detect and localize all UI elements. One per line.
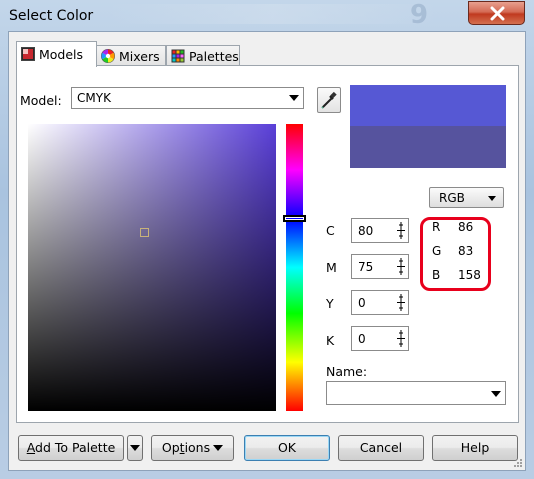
color-space-label: RGB xyxy=(439,191,465,205)
cancel-button[interactable]: Cancel xyxy=(338,435,424,461)
tab-models[interactable]: Models xyxy=(16,41,97,67)
add-to-palette-button[interactable]: Add To Palette xyxy=(18,435,124,461)
add-to-palette-accel: A xyxy=(26,440,36,455)
chevron-down-icon xyxy=(213,445,224,451)
spin-slider-icon[interactable] xyxy=(397,258,405,275)
eyedropper-icon xyxy=(321,91,337,109)
red-value: 86 xyxy=(458,220,474,234)
black-input[interactable]: 0 xyxy=(351,326,409,351)
tab-palettes[interactable]: Palettes xyxy=(166,45,240,66)
model-select[interactable]: CMYK xyxy=(71,87,304,109)
black-label: K xyxy=(326,333,335,348)
tab-mixers[interactable]: Mixers xyxy=(96,45,166,66)
select-color-dialog: 9 Select Color Models Mixers Palettes Mo… xyxy=(0,0,534,479)
models-icon xyxy=(21,47,35,61)
cyan-label: C xyxy=(326,223,335,238)
close-button[interactable] xyxy=(468,1,525,25)
options-label-post: ions xyxy=(184,440,211,455)
window-title: Select Color xyxy=(9,8,94,24)
tab-label: Models xyxy=(39,47,84,62)
color-picker-marker[interactable] xyxy=(140,228,149,237)
chevron-down-icon xyxy=(289,95,299,101)
cyan-input[interactable]: 80 xyxy=(351,218,409,243)
name-label: Name: xyxy=(326,364,368,379)
palettes-icon xyxy=(171,49,185,63)
tab-label: Palettes xyxy=(189,49,239,64)
sv-black-gradient xyxy=(28,124,276,411)
add-to-palette-label: dd To Palette xyxy=(35,440,116,455)
spin-slider-icon[interactable] xyxy=(397,222,405,239)
eyedropper-button[interactable] xyxy=(317,87,341,113)
new-color-swatch xyxy=(350,85,506,126)
green-label: G xyxy=(432,244,442,258)
green-value: 83 xyxy=(458,244,474,258)
cyan-value: 80 xyxy=(358,224,374,238)
spin-slider-icon[interactable] xyxy=(397,294,405,311)
hue-slider[interactable] xyxy=(286,124,303,411)
ok-button[interactable]: OK xyxy=(244,435,330,461)
model-select-value: CMYK xyxy=(77,91,111,105)
chevron-down-icon xyxy=(488,196,496,201)
color-picker-area[interactable] xyxy=(28,124,276,411)
spin-slider-icon[interactable] xyxy=(397,330,405,347)
blue-value: 158 xyxy=(458,268,481,282)
chevron-down-icon xyxy=(130,445,140,451)
magenta-label: M xyxy=(326,260,337,275)
close-icon xyxy=(490,6,505,21)
color-space-button[interactable]: RGB xyxy=(429,187,504,208)
blue-label: B xyxy=(432,268,441,282)
black-value: 0 xyxy=(358,332,366,346)
magenta-input[interactable]: 75 xyxy=(351,254,409,279)
model-label: Model: xyxy=(20,93,62,108)
help-button[interactable]: Help xyxy=(432,435,518,461)
add-to-palette-dropdown[interactable] xyxy=(127,435,143,461)
name-combobox[interactable] xyxy=(326,381,506,405)
mixers-icon xyxy=(101,49,115,63)
hue-slider-handle[interactable] xyxy=(283,215,306,222)
yellow-value: 0 xyxy=(358,296,366,310)
background-glyph: 9 xyxy=(410,0,429,30)
resize-grip-icon[interactable] xyxy=(513,458,523,468)
old-color-swatch xyxy=(350,126,506,168)
chevron-down-icon xyxy=(491,391,501,397)
options-label-pre: Op xyxy=(161,440,180,455)
yellow-input[interactable]: 0 xyxy=(351,290,409,315)
yellow-label: Y xyxy=(326,296,334,311)
options-button[interactable]: Options xyxy=(151,435,234,461)
red-label: R xyxy=(432,220,441,234)
magenta-value: 75 xyxy=(358,260,374,274)
tab-label: Mixers xyxy=(119,49,160,64)
dialog-client-area: Models Mixers Palettes Model: CMYK RGB C… xyxy=(8,31,526,471)
background-window-ghost xyxy=(108,4,438,24)
